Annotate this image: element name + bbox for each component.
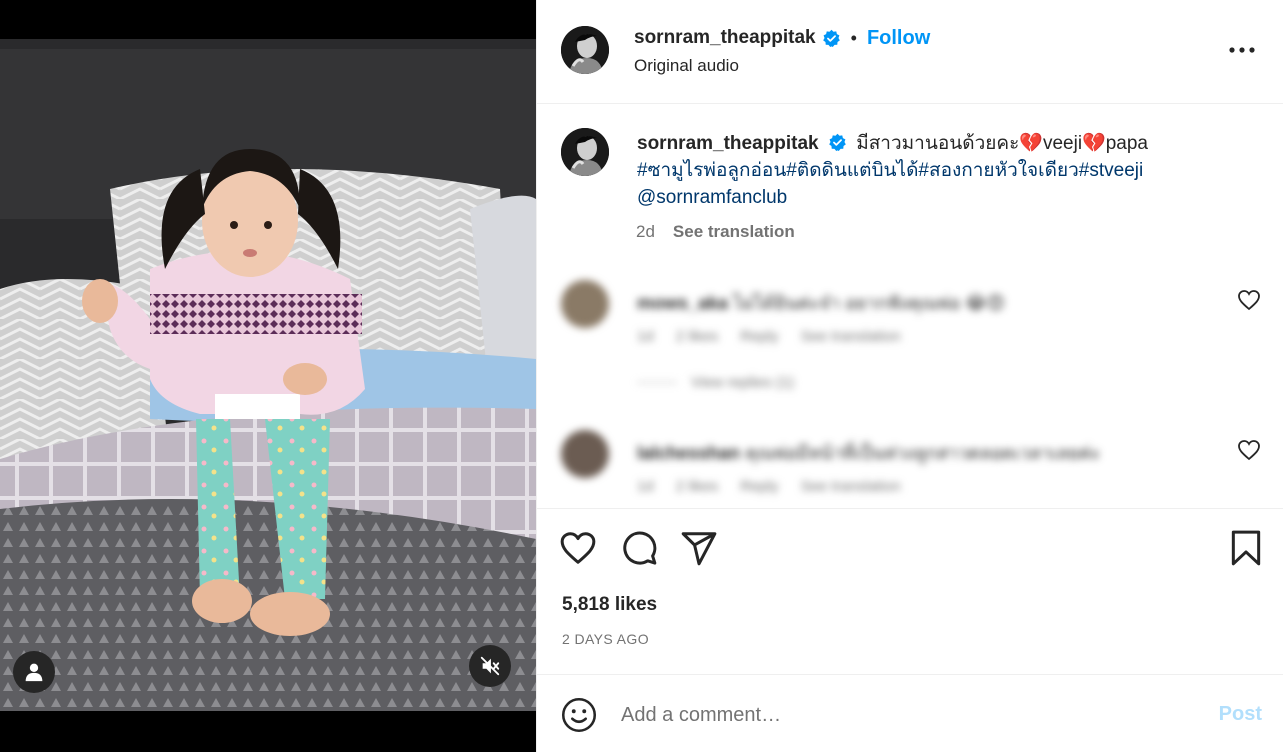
comments-list[interactable]: mows_aka ไม่ได้ยินค่ะจ๋า อยากฟังคุณพ่อ 😂… [537, 256, 1283, 508]
comment-body: คุณพ่อมีหน้าที่เป็นห่วงลูกสาวตลอดเวลาเลย… [745, 443, 1101, 463]
commenter-avatar[interactable] [561, 430, 609, 478]
caption-author-avatar[interactable] [561, 128, 609, 176]
caption-body-part2: veeji [1042, 133, 1083, 154]
bookmark-icon[interactable] [1227, 529, 1265, 567]
comment-see-translation[interactable]: See translation [801, 478, 901, 495]
caption-hashtags[interactable]: #ซามูไรพ่อลูกอ่อน#ติดดินแต่บินได้#สองกาย… [637, 160, 1143, 181]
caption-age[interactable]: 2d [636, 222, 655, 242]
comment-text: lalchesshan คุณพ่อมีหน้าที่เป็นห่วงลูกสา… [637, 438, 1100, 467]
commenter-username[interactable]: lalchesshan [637, 443, 740, 463]
user-tags-button[interactable] [13, 651, 55, 693]
more-options-icon[interactable] [1228, 38, 1256, 62]
user-tag-icon [25, 663, 43, 682]
comment-meta: 1d 2 likes Reply See translation [637, 478, 901, 495]
view-replies[interactable]: View replies (1) [637, 374, 794, 391]
audio-toggle-button[interactable] [469, 645, 511, 687]
caption-author-username[interactable]: sornram_theappitak [637, 133, 819, 154]
author-avatar[interactable] [561, 26, 609, 74]
author-username[interactable]: sornram_theappitak [634, 27, 816, 49]
caption-body-part1: มีสาวมานอนด้วยคะ [856, 133, 1020, 154]
commenter-username[interactable]: mows_aka [637, 293, 728, 313]
broken-heart-emoji: 💔 [1019, 133, 1043, 154]
post-header: sornram_theappitak • Follow Original aud… [537, 0, 1283, 104]
comment-likes[interactable]: 2 likes [676, 328, 719, 345]
comment-likes[interactable]: 2 likes [676, 478, 719, 495]
post-details-panel: sornram_theappitak • Follow Original aud… [536, 0, 1283, 752]
comment-like-heart-icon[interactable] [1237, 438, 1261, 462]
post-comment-button[interactable]: Post [1219, 703, 1262, 726]
reply-button[interactable]: Reply [740, 328, 778, 345]
caption-mention[interactable]: @sornramfanclub [637, 187, 787, 208]
header-separator: • [850, 27, 857, 48]
comment-meta: 1d 2 likes Reply See translation [637, 328, 901, 345]
emoji-icon[interactable] [561, 697, 597, 733]
comment-icon[interactable] [620, 529, 658, 567]
audio-label[interactable]: Original audio [634, 56, 739, 76]
replies-divider [637, 382, 677, 383]
post-video-frame[interactable] [0, 39, 536, 711]
likes-count[interactable]: 5,818 likes [562, 594, 657, 616]
comment-body: ไม่ได้ยินค่ะจ๋า อยากฟังคุณพ่อ [733, 293, 961, 313]
add-comment-bar: Post [537, 674, 1283, 752]
heart-icon[interactable] [559, 529, 597, 567]
post-image [0, 39, 536, 711]
commenter-avatar[interactable] [561, 280, 609, 328]
caption-body-part3: papa [1105, 133, 1148, 154]
comment-age[interactable]: 1d [637, 478, 654, 495]
comment-text: mows_aka ไม่ได้ยินค่ะจ๋า อยากฟังคุณพ่อ 😂… [637, 288, 1005, 317]
verified-badge-icon [829, 133, 846, 152]
comment-see-translation[interactable]: See translation [801, 328, 901, 345]
comment-like-heart-icon[interactable] [1237, 288, 1261, 312]
broken-heart-emoji: 💔 [1082, 133, 1106, 154]
post-timestamp[interactable]: 2 DAYS AGO [562, 631, 649, 647]
follow-button[interactable]: Follow [867, 27, 930, 50]
comment-age[interactable]: 1d [637, 328, 654, 345]
caption-text: sornram_theappitak มีสาวมานอนด้วยคะ💔veej… [637, 130, 1217, 211]
view-replies-label[interactable]: View replies (1) [691, 374, 794, 391]
reply-button[interactable]: Reply [740, 478, 778, 495]
see-translation-button[interactable]: See translation [673, 222, 795, 242]
comment-emojis: 😂😍 [965, 293, 1006, 313]
post-caption: sornram_theappitak มีสาวมานอนด้วยคะ💔veej… [537, 104, 1283, 254]
post-actions: 5,818 likes 2 DAYS AGO [537, 508, 1283, 674]
post-media[interactable] [0, 0, 536, 752]
comment-input[interactable] [621, 695, 1181, 735]
muted-speaker-icon [480, 656, 500, 676]
verified-badge-icon [822, 29, 840, 47]
share-icon[interactable] [680, 529, 718, 567]
